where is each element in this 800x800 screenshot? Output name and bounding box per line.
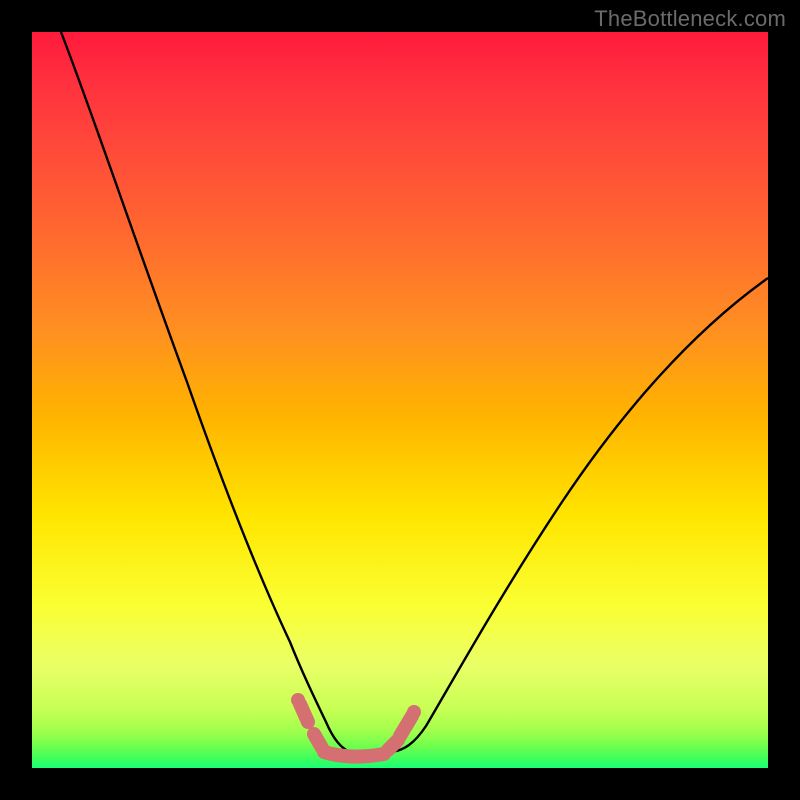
dot-right-top (407, 705, 421, 719)
chart-frame: TheBottleneck.com (0, 0, 800, 800)
watermark-label: TheBottleneck.com (594, 6, 786, 32)
marker-left-upper (300, 704, 308, 722)
min-plateau-marker (324, 752, 384, 757)
dot-left-top (291, 693, 305, 707)
plot-area (32, 32, 768, 768)
curve-layer (32, 32, 768, 768)
bottleneck-curve (61, 32, 768, 752)
marker-right-upper (400, 716, 412, 736)
marker-left-lower (314, 734, 322, 748)
